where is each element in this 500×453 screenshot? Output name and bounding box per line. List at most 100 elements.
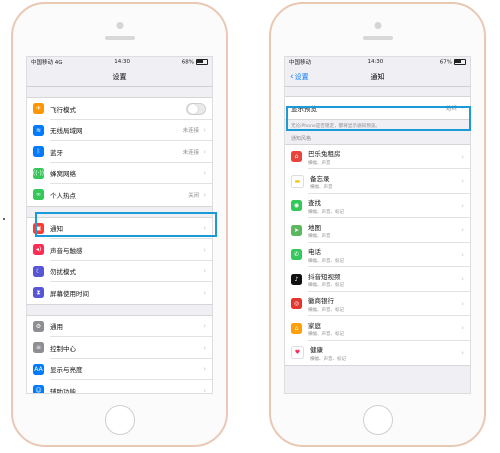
highlight-show-previews xyxy=(286,106,471,131)
back-label: 设置 xyxy=(294,72,309,81)
health-app-icon: ♥ xyxy=(291,346,304,360)
app-notification-row[interactable]: ✆ 电话 横幅、声音、标记 › xyxy=(285,242,470,267)
settings-row-value: 未连接 xyxy=(182,149,200,156)
battery-percent: 67% xyxy=(439,59,452,66)
app-row-text: 徽商银行横幅、声音、标记 xyxy=(308,295,461,313)
section-header: 通知风格 xyxy=(291,135,312,142)
home-button[interactable] xyxy=(362,405,393,435)
settings-row[interactable]: ᛒ 蓝牙 未连接 › xyxy=(27,141,212,163)
app-name: 查找 xyxy=(308,199,321,207)
settings-row-label: 辅助功能 xyxy=(50,387,76,394)
cellular-icon: ((·)) xyxy=(32,167,45,179)
settings-row[interactable]: ∞ 个人热点 关闭 › xyxy=(27,184,212,206)
chevron-right-icon: › xyxy=(461,152,464,161)
settings-row-label: 无线局域网 xyxy=(50,127,83,136)
settings-row[interactable]: ☺ 辅助功能 › xyxy=(27,380,212,394)
settings-row-label: 通用 xyxy=(50,323,63,332)
settings-row[interactable]: ≡ 控制中心 › xyxy=(27,337,212,359)
page-title: 通知 xyxy=(370,72,385,81)
settings-row[interactable]: ⚙ 通用 › xyxy=(27,316,212,337)
settings-row[interactable]: ✈ 飞行模式 xyxy=(27,98,212,120)
settings-row-label: 蓝牙 xyxy=(50,148,63,157)
app-name: 电话 xyxy=(308,248,321,256)
settings-row[interactable]: ≋ 无线局域网 未连接 › xyxy=(27,120,212,141)
chevron-right-icon: › xyxy=(461,201,464,210)
settings-row-label: 控制中心 xyxy=(50,344,76,353)
settings-row[interactable]: ◂) 声音与触感 › xyxy=(27,239,212,261)
camera xyxy=(374,22,381,29)
settings-row-label: 个人热点 xyxy=(50,191,76,200)
home-button[interactable] xyxy=(104,405,135,435)
settings-row[interactable]: ((·)) 蜂窝网络 › xyxy=(27,163,212,184)
page-title: 设置 xyxy=(112,72,127,81)
display-icon: AA xyxy=(33,363,44,375)
bullet-dot xyxy=(3,218,5,220)
app-notification-row[interactable]: ◉ 查找 横幅、声音、标记 › xyxy=(285,193,470,218)
nav-bar: 设置 xyxy=(27,67,212,87)
app-notification-row[interactable]: ⌂ 巴乐兔租房 横幅、声音 › xyxy=(285,144,470,169)
app-alert-style: 横幅、声音、标记 xyxy=(308,332,344,337)
app-alert-style: 横幅、声音、标记 xyxy=(308,307,344,313)
app-row-text: 家庭横幅、声音、标记 xyxy=(308,320,461,338)
chevron-right-icon: › xyxy=(203,343,206,352)
app-name: 备忘录 xyxy=(310,174,330,183)
app-name: 家庭 xyxy=(308,321,321,330)
app-notification-row[interactable]: ◎ 徽商银行 横幅、声音、标记 › xyxy=(285,291,470,316)
moon-icon: ☾ xyxy=(33,265,44,277)
chevron-right-icon: › xyxy=(203,365,206,374)
app-alert-style: 横幅、声音 xyxy=(310,185,333,190)
earpiece xyxy=(362,36,393,40)
chevron-right-icon: › xyxy=(203,169,206,178)
app-name: 徽商银行 xyxy=(308,297,334,305)
app-notification-row[interactable]: ♪ 抖音短视频 横幅、声音、标记 › xyxy=(285,267,470,292)
chevron-right-icon: › xyxy=(203,386,206,394)
app-alert-style: 横幅、声音 xyxy=(308,234,331,239)
app-notification-row[interactable]: ♥ 健康 横幅、声音、标记 › xyxy=(285,340,470,365)
camera xyxy=(116,22,123,29)
settings-row[interactable]: ⧗ 屏幕使用时间 › xyxy=(27,282,212,304)
settings-row[interactable]: ☾ 勿扰模式 › xyxy=(27,261,212,282)
status-bar: 中国移动 4G 14:30 68% xyxy=(27,57,212,67)
app-alert-style: 横幅、声音、标记 xyxy=(310,356,346,362)
airplane-icon: ✈ xyxy=(33,103,44,115)
app-row-text: 电话 横幅、声音、标记 xyxy=(308,246,461,264)
hotspot-icon: ∞ xyxy=(33,189,44,201)
clock: 14:30 xyxy=(114,59,131,65)
battery-indicator: 68% xyxy=(181,58,208,66)
app-notification-row[interactable]: ➤ 地图 横幅、声音 › xyxy=(285,218,470,243)
app-row-text: 备忘录 横幅、声音 xyxy=(310,173,461,191)
carrier-label: 中国移动 4G xyxy=(31,60,63,66)
bank-app-icon: ◎ xyxy=(291,298,302,310)
left-phone: 中国移动 4G 14:30 68% 设置 ✈ 飞行模式 ≋ 无线局域网 未连接 › ᛒ 蓝牙未… xyxy=(11,2,228,447)
chevron-right-icon: › xyxy=(203,126,206,135)
settings-row[interactable]: AA 显示与亮度 › xyxy=(27,359,212,380)
back-button[interactable]: ‹ 设置 xyxy=(290,72,309,82)
app-alert-style: 横幅、声音、标记 xyxy=(308,209,344,215)
chevron-right-icon: › xyxy=(461,324,464,333)
balatu-app-icon: ⌂ xyxy=(291,151,302,163)
app-row-text: 查找横幅、声音、标记 xyxy=(308,197,461,215)
chevron-left-icon: ‹ xyxy=(290,71,294,82)
app-notification-list: ⌂ 巴乐兔租房 横幅、声音 › ▬ 备忘录 横幅、声音 › ◉ 查找 横幅、声音、标记 › ➤ 地图 横幅、… xyxy=(285,143,470,366)
douyin-app-icon: ♪ xyxy=(291,273,302,285)
battery-percent: 68% xyxy=(181,59,194,66)
maps-app-icon: ➤ xyxy=(291,224,302,236)
carrier-label: 中国移动 xyxy=(289,60,312,66)
chevron-right-icon: › xyxy=(203,267,206,276)
app-row-text: 地图 横幅、声音 xyxy=(308,222,461,240)
earpiece xyxy=(104,36,135,40)
hourglass-icon: ⧗ xyxy=(33,287,44,299)
notes-app-icon: ▬ xyxy=(291,174,304,188)
app-row-text: 抖音短视频 横幅、声音、标记 xyxy=(308,271,461,289)
settings-row-label: 声音与触感 xyxy=(50,246,83,255)
chevron-right-icon: › xyxy=(461,275,464,284)
settings-row-value: 未连接 xyxy=(182,128,200,135)
app-notification-row[interactable]: ⌂ 家庭 横幅、声音、标记 › xyxy=(285,316,470,341)
chevron-right-icon: › xyxy=(461,177,464,186)
app-name: 抖音短视频 xyxy=(308,272,341,281)
chevron-right-icon: › xyxy=(203,147,206,156)
app-notification-row[interactable]: ▬ 备忘录 横幅、声音 › xyxy=(285,169,470,194)
sound-icon: ◂) xyxy=(33,244,44,256)
airplane-mode-toggle[interactable] xyxy=(186,102,206,115)
app-name: 巴乐兔租房 xyxy=(308,150,341,158)
